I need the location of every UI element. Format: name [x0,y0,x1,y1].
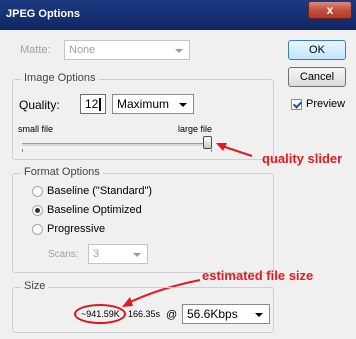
quality-slider-arrow [221,145,253,157]
chevron-down-icon [133,253,141,257]
baseline-standard-radio[interactable] [32,186,43,197]
download-time-value: 166.35s [128,309,161,319]
scans-value: 3 [93,248,100,260]
size-title: Size [21,280,49,292]
baseline-optimized-label: Baseline Optimized [47,204,142,216]
format-options-title: Format Options [21,166,103,178]
estimated-size-annotation: estimated file size [202,268,314,283]
baseline-optimized-radio[interactable] [32,205,43,216]
file-size-value: ~941.59K [81,309,120,319]
connection-speed-dropdown[interactable]: 56.6Kbps [182,304,270,324]
baseline-standard-label: Baseline ("Standard") [47,185,153,197]
progressive-radio[interactable] [32,224,43,235]
connection-speed-value: 56.6Kbps [187,307,238,321]
scans-label: Scans: [48,249,79,260]
scans-dropdown[interactable]: 3 [88,244,148,264]
at-symbol: @ [166,309,178,321]
quality-slider-annotation: quality slider [262,151,343,166]
chevron-down-icon [255,313,263,317]
progressive-label: Progressive [47,223,106,235]
